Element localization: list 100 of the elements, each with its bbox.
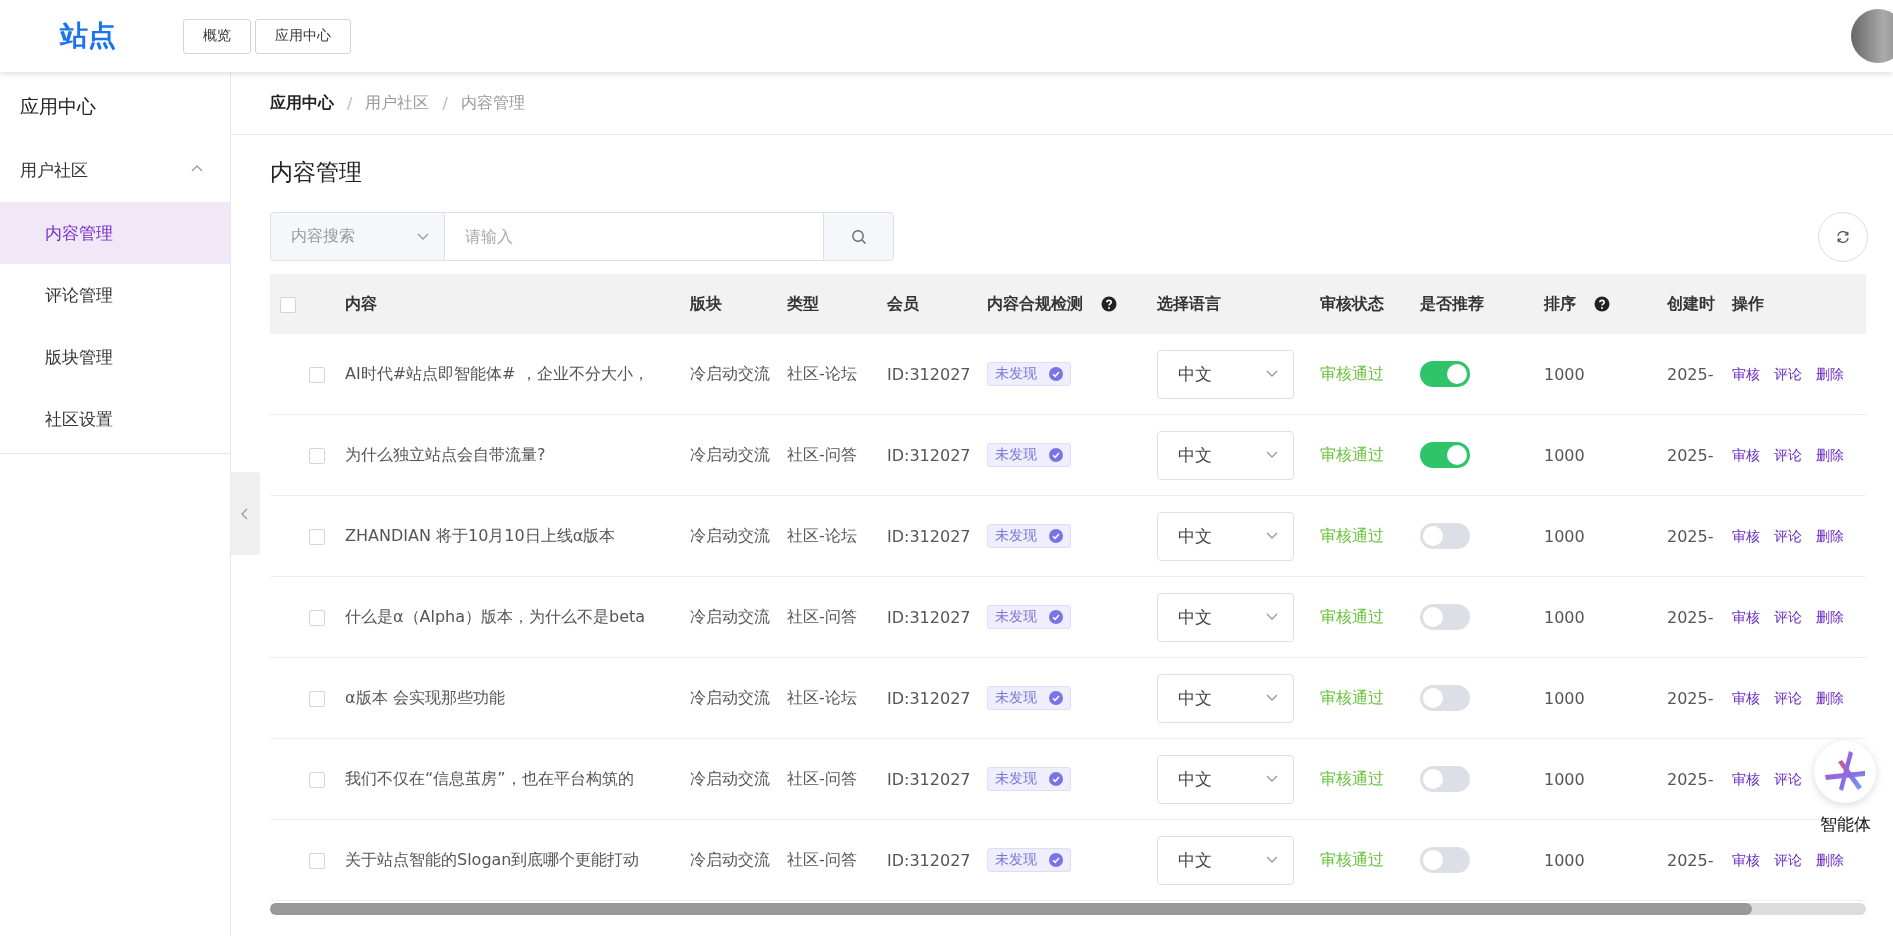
action-link[interactable]: 评论 [1774,447,1802,465]
action-link[interactable]: 审核 [1732,447,1760,465]
sidebar-item[interactable]: 社区设置 [0,388,230,450]
action-link[interactable]: 删除 [1816,528,1844,546]
action-link[interactable]: 评论 [1774,852,1802,870]
action-link[interactable]: 评论 [1774,366,1802,384]
refresh-button[interactable] [1818,211,1868,262]
breadcrumb-item[interactable]: 应用中心 [270,92,334,114]
table-cell: 审核通过 [1320,363,1384,383]
column-header: 审核状态 [1320,293,1384,315]
action-link[interactable]: 删除 [1816,852,1844,870]
sidebar-group[interactable]: 用户社区 [0,140,230,200]
table-cell: 冷启动交流 [690,849,770,869]
action-link[interactable]: 删除 [1816,366,1844,384]
select-value: 中文 [1178,524,1212,548]
table-cell: 我们不仅在“信息茧房”，也在平台构筑的 [345,768,634,788]
toggle-switch[interactable] [1420,847,1470,873]
nav-button[interactable]: 概览 [183,18,251,54]
check-circle-icon [1049,772,1063,786]
checkbox[interactable] [309,367,325,383]
table-cell: 1000 [1544,688,1585,708]
checkbox[interactable] [309,772,325,788]
help-icon [1101,296,1117,312]
help-icon [1594,296,1610,312]
table-cell: 2025- [1667,526,1714,546]
search-button[interactable] [823,212,894,261]
checkbox[interactable] [309,610,325,626]
action-link[interactable]: 评论 [1774,771,1802,789]
toggle-switch[interactable] [1420,523,1470,549]
action-link[interactable]: 删除 [1816,609,1844,627]
table-cell: 1000 [1544,526,1585,546]
checkbox[interactable] [280,297,296,313]
table-cell: 冷启动交流 [690,768,770,788]
action-link[interactable]: 删除 [1816,447,1844,465]
toggle-switch[interactable] [1420,685,1470,711]
language-select[interactable]: 中文 [1157,592,1294,642]
checkbox[interactable] [309,529,325,545]
action-link[interactable]: 评论 [1774,528,1802,546]
column-header: 排序 [1544,293,1576,315]
sidebar-item[interactable]: 版块管理 [0,326,230,388]
toggle-switch[interactable] [1420,604,1470,630]
compliance-status: 未发现 [995,851,1037,869]
avatar[interactable] [1851,9,1893,63]
action-link[interactable]: 审核 [1732,528,1760,546]
collapse-handle[interactable] [231,472,260,555]
action-link[interactable]: 评论 [1774,690,1802,708]
table-cell: 2025- [1667,364,1714,384]
checkbox[interactable] [309,853,325,869]
column-header: 内容 [345,293,377,315]
action-link[interactable]: 删除 [1816,690,1844,708]
table-cell: 冷启动交流 [690,444,770,464]
toggle-switch[interactable] [1420,766,1470,792]
language-select[interactable]: 中文 [1157,349,1294,399]
sidebar-item[interactable]: 内容管理 [0,202,230,264]
action-link[interactable]: 审核 [1732,609,1760,627]
assistant-label: 智能体 [1819,813,1871,836]
table-cell: ID:312027 [887,607,971,627]
language-select[interactable]: 中文 [1157,673,1294,723]
language-select[interactable]: 中文 [1157,511,1294,561]
toggle-switch[interactable] [1420,442,1470,468]
language-select[interactable]: 中文 [1157,430,1294,480]
table-cell: 1000 [1544,445,1585,465]
table-cell: ID:312027 [887,850,971,870]
group-label: 用户社区 [20,158,88,182]
table-cell: 审核通过 [1320,444,1384,464]
sidebar-title: 应用中心 [19,94,97,119]
checkbox[interactable] [309,448,325,464]
table-cell: 什么是α（Alpha）版本，为什么不是beta [345,606,646,626]
select-value: 中文 [1178,767,1212,791]
toggle-switch[interactable] [1420,361,1470,387]
action-link[interactable]: 审核 [1732,852,1760,870]
compliance-status: 未发现 [995,608,1037,626]
compliance-status: 未发现 [995,365,1037,383]
action-link[interactable]: 评论 [1774,609,1802,627]
table-cell: 2025- [1667,850,1714,870]
breadcrumb-separator: / [347,93,353,113]
table-cell: 社区-论坛 [787,525,857,545]
check-circle-icon [1049,529,1063,543]
search-field[interactable]: 请输入 [445,212,823,261]
action-link[interactable]: 审核 [1732,366,1760,384]
table-cell: 2025- [1667,607,1714,627]
nav-button[interactable]: 应用中心 [255,18,351,54]
column-header: 创建时 [1667,293,1715,315]
table-cell: 社区-问答 [787,444,857,464]
action-link[interactable]: 审核 [1732,771,1760,789]
table-cell: 审核通过 [1320,849,1384,869]
table-cell: 冷启动交流 [690,687,770,707]
table-cell: 社区-问答 [787,849,857,869]
language-select[interactable]: 中文 [1157,835,1294,885]
sidebar-item[interactable]: 评论管理 [0,264,230,326]
checkbox[interactable] [309,691,325,707]
breadcrumb-item: 内容管理 [460,92,525,114]
column-header: 类型 [787,293,819,315]
language-select[interactable]: 中文 [1157,754,1294,804]
breadcrumb-separator: / [442,93,448,113]
table-cell: 冷启动交流 [690,525,770,545]
table-cell: 审核通过 [1320,768,1384,788]
column-header: 操作 [1732,293,1764,315]
table-cell: 1000 [1544,364,1585,384]
action-link[interactable]: 审核 [1732,690,1760,708]
